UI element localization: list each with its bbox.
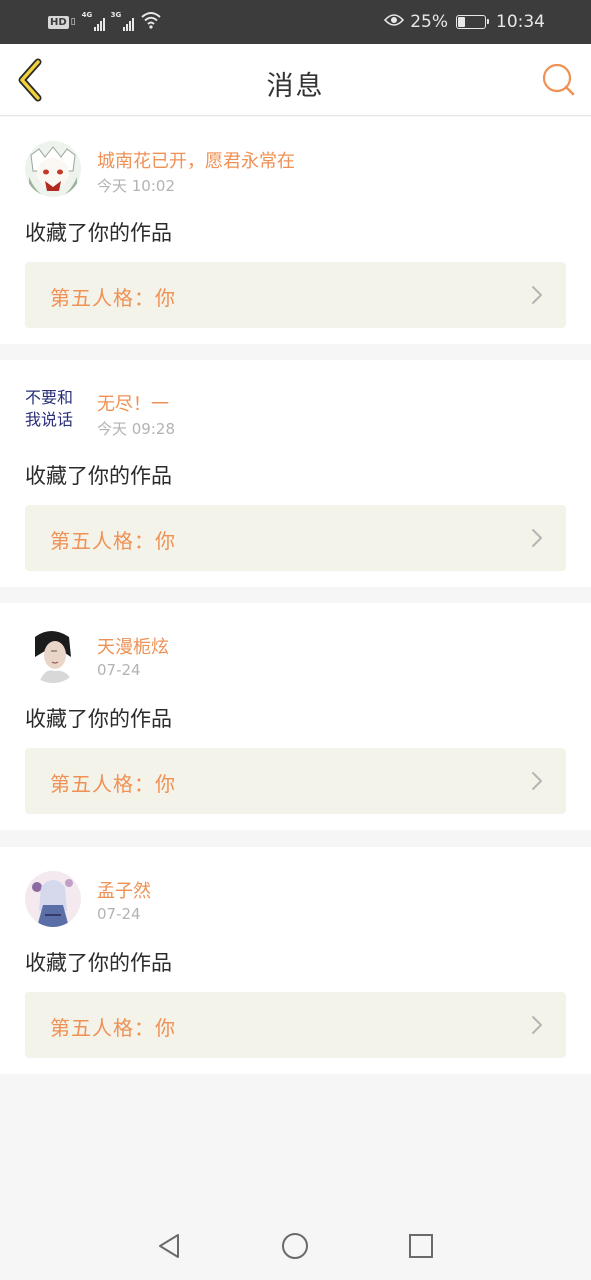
- message-card: 不要和 我说话 无尽！一 今天 09:28 收藏了你的作品 第五人格：你: [0, 360, 591, 587]
- battery-icon: [456, 15, 489, 29]
- eye-comfort-icon: [384, 12, 405, 32]
- action-text: 收藏了你的作品: [25, 221, 172, 245]
- message-card: 天漫栀炫 07-24 收藏了你的作品 第五人格：你: [0, 603, 591, 830]
- message-card: 城南花已开，愿君永常在 今天 10:02 收藏了你的作品 第五人格：你: [0, 117, 591, 344]
- clock: 10:34: [496, 12, 545, 32]
- action-text: 收藏了你的作品: [25, 951, 172, 975]
- timestamp: 今天 09:28: [97, 420, 175, 438]
- search-icon: [542, 63, 575, 96]
- page-title: 消息: [266, 71, 325, 102]
- work-link[interactable]: 第五人格：你: [25, 262, 566, 328]
- message-card: 孟子然 07-24 收藏了你的作品 第五人格：你: [0, 847, 591, 1074]
- avatar-text-line: 我说话: [25, 410, 74, 429]
- system-navigation-bar: [0, 1212, 591, 1280]
- battery-percent: 25%: [410, 12, 448, 32]
- work-title: 第五人格：你: [50, 772, 176, 796]
- work-title: 第五人格：你: [50, 1016, 176, 1040]
- triangle-back-icon: [159, 1234, 179, 1258]
- work-link[interactable]: 第五人格：你: [25, 505, 566, 571]
- system-home-button[interactable]: [280, 1231, 310, 1261]
- circle-home-icon: [282, 1233, 308, 1259]
- work-title: 第五人格：你: [50, 529, 176, 553]
- square-recents-icon: [409, 1234, 433, 1258]
- hd-voice-icon: HD ▯: [48, 15, 76, 29]
- avatar[interactable]: [25, 871, 81, 927]
- work-link[interactable]: 第五人格：你: [25, 992, 566, 1058]
- avatar[interactable]: 不要和 我说话: [25, 387, 81, 431]
- avatar-text-line: 不要和: [25, 388, 74, 407]
- username[interactable]: 孟子然: [97, 877, 151, 903]
- system-back-button[interactable]: [154, 1231, 184, 1261]
- network-type-3g: 3G: [110, 11, 122, 19]
- chevron-right-icon: [532, 772, 542, 790]
- hd-label: HD: [48, 15, 69, 29]
- username[interactable]: 城南花已开，愿君永常在: [97, 147, 295, 173]
- work-title: 第五人格：你: [50, 286, 176, 310]
- timestamp: 今天 10:02: [97, 177, 175, 195]
- action-text: 收藏了你的作品: [25, 464, 172, 488]
- avatar[interactable]: [25, 627, 81, 683]
- signal-4g-icon: 4G: [81, 11, 105, 31]
- action-text: 收藏了你的作品: [25, 707, 172, 731]
- status-bar: HD ▯ 4G 3G 25% 10:34: [0, 0, 591, 44]
- chevron-right-icon: [532, 529, 542, 547]
- wifi-icon: [140, 11, 162, 33]
- username[interactable]: 无尽！一: [97, 390, 169, 416]
- work-link[interactable]: 第五人格：你: [25, 748, 566, 814]
- username[interactable]: 天漫栀炫: [97, 633, 169, 659]
- system-recents-button[interactable]: [406, 1231, 436, 1261]
- signal-3g-icon: 3G: [110, 11, 134, 31]
- timestamp: 07-24: [97, 905, 141, 923]
- timestamp: 07-24: [97, 661, 141, 679]
- chevron-right-icon: [532, 1016, 542, 1034]
- search-button[interactable]: [541, 62, 577, 98]
- chevron-right-icon: [532, 286, 542, 304]
- avatar[interactable]: [25, 141, 81, 197]
- network-type-4g: 4G: [81, 11, 93, 19]
- header-bar: 消息: [0, 44, 591, 116]
